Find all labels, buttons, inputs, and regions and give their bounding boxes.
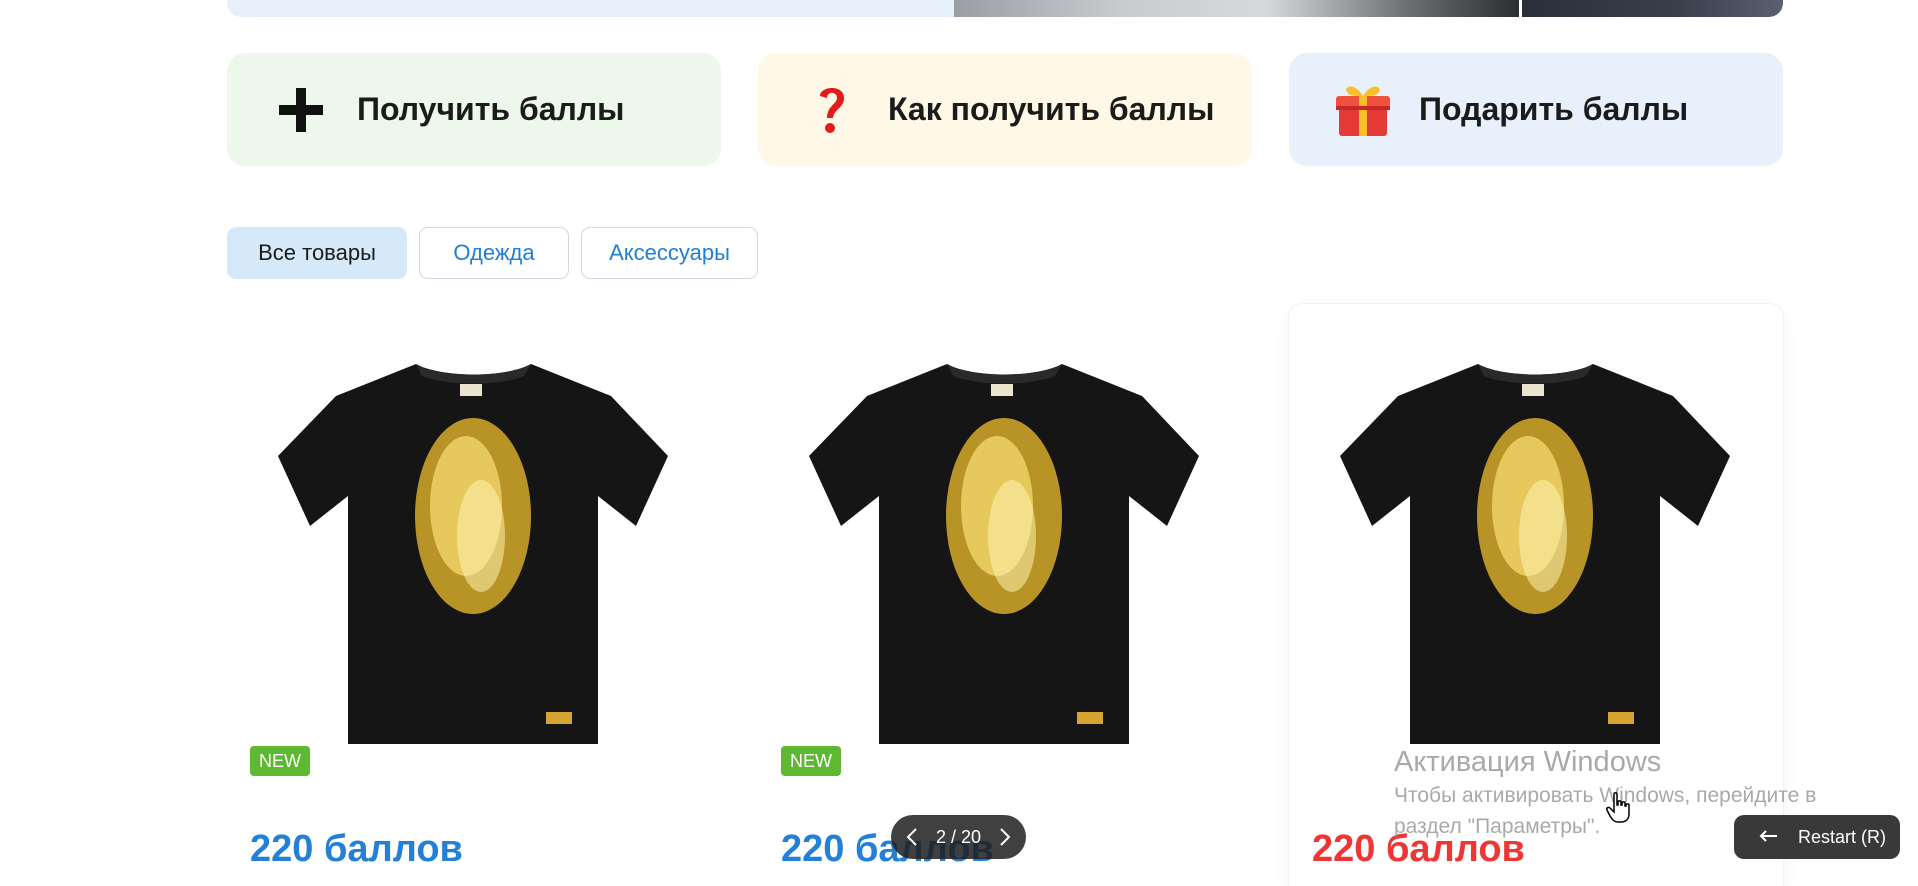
tshirt-image (278, 364, 668, 744)
plus-icon (267, 76, 335, 144)
get-points-card[interactable]: Получить баллы (227, 53, 721, 166)
product-card[interactable]: NEW 220 баллов (227, 304, 721, 886)
tshirt-image (1340, 364, 1730, 744)
restart-label: Restart (R) (1798, 826, 1887, 847)
top-banner[interactable] (227, 0, 1783, 17)
banner-photo-2 (1522, 0, 1783, 17)
filter-tab-accessories[interactable]: Аксессуары (581, 227, 758, 279)
filter-tab-clothes[interactable]: Одежда (419, 227, 569, 279)
gift-points-label: Подарить баллы (1419, 91, 1689, 127)
how-to-get-points-label: Как получить баллы (888, 91, 1215, 127)
get-points-label: Получить баллы (357, 91, 625, 127)
filter-tab-all[interactable]: Все товары (227, 227, 407, 279)
gift-icon (1329, 76, 1397, 144)
next-arrow-icon[interactable] (994, 826, 1016, 848)
new-badge: NEW (781, 746, 841, 776)
pager-count: 2 / 20 (935, 826, 982, 847)
undo-arrow-icon (1759, 830, 1777, 842)
prev-arrow-icon[interactable] (901, 826, 923, 848)
question-mark-icon (798, 76, 866, 144)
new-badge: NEW (250, 746, 310, 776)
image-pager: 2 / 20 (891, 815, 1026, 859)
product-price: 220 баллов (250, 828, 463, 870)
tshirt-image (809, 364, 1199, 744)
product-card[interactable]: 220 баллов (1289, 304, 1783, 886)
restart-button[interactable]: Restart (R) (1734, 815, 1900, 859)
banner-photo (954, 0, 1519, 17)
product-price: 220 баллов (1312, 828, 1525, 870)
gift-points-card[interactable]: Подарить баллы (1289, 53, 1783, 166)
product-card[interactable]: NEW 220 баллов (758, 304, 1252, 886)
how-to-get-points-card[interactable]: Как получить баллы (758, 53, 1252, 166)
